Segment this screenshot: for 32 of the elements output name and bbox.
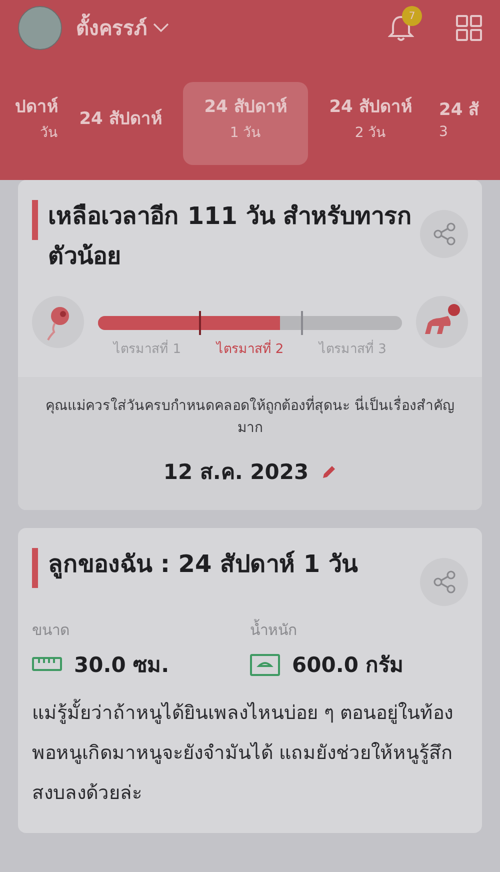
card-title: ลูกของฉัน : 24 สัปดาห์ 1 วัน (47, 549, 359, 581)
avatar[interactable] (18, 6, 62, 50)
due-date-note: คุณแม่ควรใส่วันครบกำหนดคลอดให้ถูกต้องที่สุดนะ นี่เป็นเรื่องสำคัญมาก (34, 395, 466, 439)
week-tab[interactable]: ปดาห์ วัน (0, 82, 58, 165)
grid-menu-icon[interactable] (456, 15, 482, 41)
pencil-icon[interactable] (320, 464, 337, 480)
title-accent-bar (32, 548, 38, 588)
trimester-marker (199, 311, 202, 335)
baby-fact-text: แม่รู้มั้ยว่าถ้าหนูได้ยินเพลงไหนบ่อย ๆ ตอนอยู่ในท้อง พอหนูเกิดมาหนูจะยังจำมันได้ แถมยังช่วยให้หนูรู้สึกสงบลงด้วยล่ะ (18, 681, 482, 833)
week-tab[interactable]: 24 สัปดาห์ (58, 82, 183, 165)
due-date: 12 ส.ค. 2023 (163, 459, 309, 486)
share-button[interactable] (420, 210, 468, 258)
chevron-down-icon (153, 23, 169, 33)
trimester-label: ไตรมาสที่ 3 (312, 338, 393, 359)
scale-icon (250, 654, 280, 676)
share-button[interactable] (420, 558, 468, 606)
stat-label: น้ำหนัก (250, 618, 298, 641)
profile-dropdown[interactable]: ตั้งครรภ์ (76, 12, 169, 44)
week-tab[interactable]: 24 สัปดาห์ 1 วัน (183, 82, 308, 165)
stat-value: 600.0 กรัม (292, 652, 404, 679)
trimester-marker (300, 311, 303, 335)
week-tab[interactable]: 24 สั 3 (433, 82, 493, 165)
notification-badge: 7 (402, 6, 422, 26)
trimester-label: ไตรมาสที่ 2 (210, 338, 290, 359)
card-title: เหลือเวลาอีก 111 วัน สำหรับทารกตัวน้อย (47, 201, 414, 272)
trimester-label: ไตรมาสที่ 1 (107, 338, 188, 359)
crawling-baby-icon (416, 296, 468, 348)
stat-label: ขนาด (32, 620, 71, 641)
stat-value: 30.0 ซม. (74, 652, 170, 679)
title-accent-bar (32, 200, 38, 240)
sperm-egg-icon (32, 296, 84, 348)
week-tab[interactable]: 24 สัปดาห์ 2 วัน (308, 82, 433, 165)
